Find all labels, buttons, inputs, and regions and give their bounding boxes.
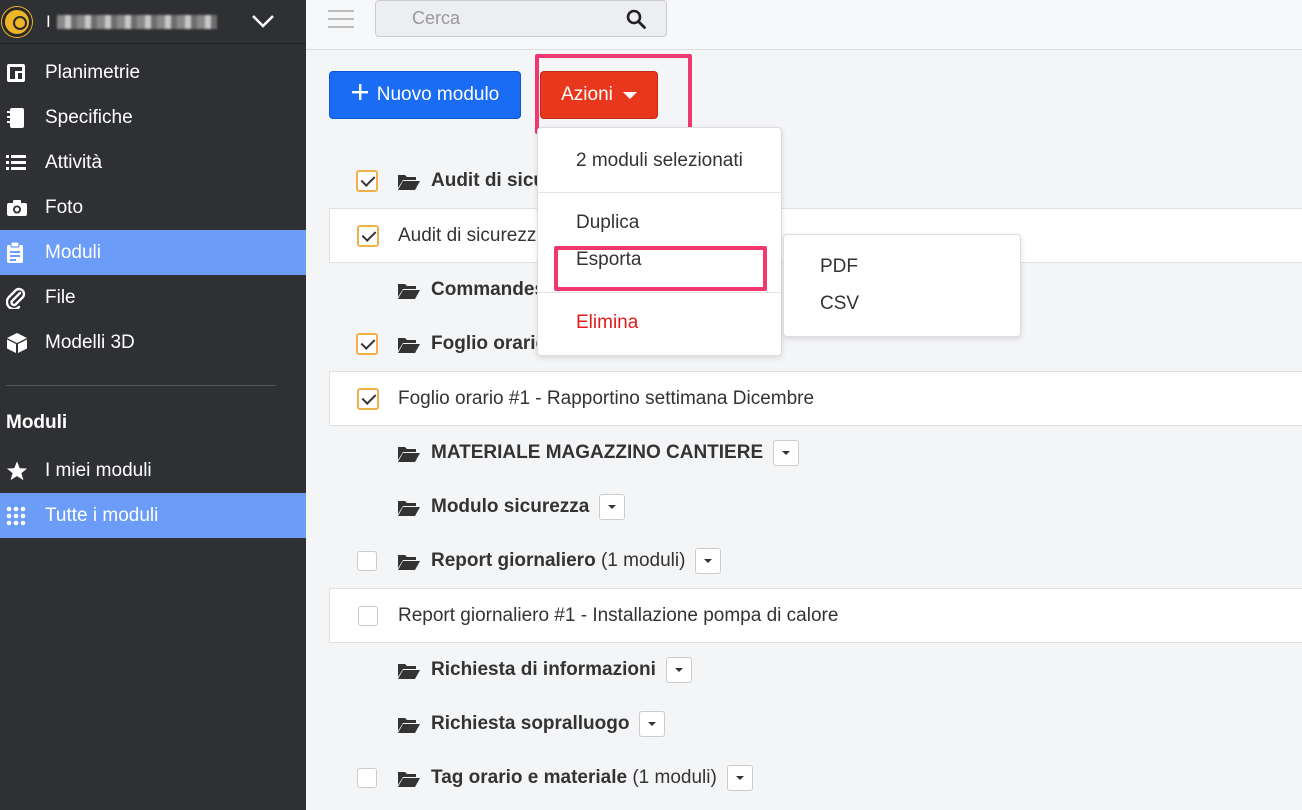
search-box [375,0,667,37]
folder-label: Modulo sicurezza [431,494,626,520]
sidebar-item-label: Planimetrie [45,61,141,83]
row-checkbox[interactable] [357,224,379,247]
project-name: I [46,11,51,31]
search-input[interactable] [376,1,616,36]
row-checkbox[interactable] [357,768,377,788]
menu-item-duplicate[interactable]: Duplica [576,212,639,234]
module-label: Audit di sicurezz [398,224,537,246]
module-row[interactable]: Foglio orario #1 - Rapportino settimana … [329,371,1302,426]
folder-open-icon [397,553,421,577]
camera-icon [0,199,45,217]
row-checkbox[interactable] [356,333,378,355]
folder-row[interactable]: MATERIALE MAGAZZINO CANTIERE [329,426,1302,480]
selected-count-text: 2 moduli selezionati [576,150,743,171]
folder-open-icon [397,445,421,469]
sidebar-item-label: Tutte i moduli [45,504,159,526]
folder-dropdown-button[interactable] [665,657,692,683]
row-checkbox[interactable] [357,551,377,571]
folder-open-icon [397,770,421,794]
highlight-box-actions [535,54,692,134]
folder-label: MATERIALE MAGAZZINO CANTIERE [431,440,800,466]
sidebar-item-foto[interactable]: Foto [0,185,306,230]
logo-icon [2,6,32,37]
submenu-item-csv[interactable]: CSV [820,293,859,315]
sidebar-item-attivita[interactable]: Attività [0,140,306,185]
folder-count: (1 moduli) [600,550,686,572]
sidebar-item-all-modules[interactable]: Tutte i moduli [0,493,306,538]
folder-dropdown-button[interactable] [773,440,800,466]
folder-label: Richiesta di informazioni [431,657,692,683]
export-submenu: PDF CSV [783,234,1021,337]
grid-icon [0,506,45,526]
sidebar-section-title: Moduli [6,412,68,433]
hamburger-menu-icon[interactable] [328,10,354,30]
search-icon[interactable] [626,9,646,34]
cube-icon [0,332,45,354]
paperclip-icon [0,287,45,309]
chevron-down-icon[interactable] [250,8,276,34]
folder-dropdown-button[interactable] [639,711,666,737]
row-checkbox[interactable] [357,387,379,410]
folder-row[interactable]: Tag orario e materiale (1 moduli) [329,751,1302,805]
sidebar-item-label: File [45,286,76,308]
clipboard-icon [0,241,45,264]
sidebar-item-label: Specifiche [45,106,133,128]
folder-row[interactable]: Modulo sicurezza [329,480,1302,534]
sidebar-header[interactable]: I [0,0,306,44]
sidebar-item-label: Attività [45,151,103,173]
row-checkbox[interactable] [358,605,378,626]
folder-dropdown-button[interactable] [726,765,753,791]
sidebar-item-my-modules[interactable]: I miei moduli [0,448,306,493]
module-label: Foglio orario #1 - Rapportino settimana … [398,387,815,409]
actions-dropdown-menu: 2 moduli selezionati Duplica Esporta Eli… [537,127,782,356]
sidebar-item-file[interactable]: File [0,275,306,320]
star-icon [0,460,45,482]
folder-row[interactable]: Report giornaliero (1 moduli) [329,534,1302,588]
topbar [306,0,1302,50]
sidebar-item-moduli[interactable]: Moduli [0,230,306,275]
folder-label: Richiesta sopralluogo [431,711,666,737]
plus-icon [351,83,369,107]
folder-row[interactable]: Richiesta di informazioni [329,643,1302,697]
folder-dropdown-button[interactable] [599,494,626,520]
sidebar: I Planimetrie Specifiche Attività Foto M… [0,0,306,810]
highlight-box-export [554,246,767,291]
new-module-button[interactable]: Nuovo modulo [329,71,521,119]
folder-open-icon [397,336,421,360]
folder-label: Report giornaliero (1 moduli) [431,548,722,574]
folder-dropdown-button[interactable] [695,548,722,574]
blurred-project-name [56,14,217,29]
folder-row[interactable]: Richiesta sopralluogo [329,697,1302,751]
menu-divider [538,292,781,293]
folder-open-icon [397,662,421,686]
list-icon [0,154,45,172]
floorplan-icon [0,63,45,83]
folder-label: Commandes [431,279,546,300]
sidebar-item-label: Modelli 3D [45,331,135,353]
menu-item-delete[interactable]: Elimina [576,312,638,334]
new-module-label: Nuovo modulo [376,84,500,105]
row-checkbox[interactable] [356,170,378,192]
module-label: Report giornaliero #1 - Installazione po… [398,604,839,626]
sidebar-item-label: Moduli [45,241,101,263]
sidebar-item-planimetrie[interactable]: Planimetrie [0,50,306,95]
sidebar-item-modelli-3d[interactable]: Modelli 3D [0,320,306,365]
folder-open-icon [397,499,421,523]
submenu-item-pdf[interactable]: PDF [820,256,858,278]
folder-open-icon [397,282,421,306]
menu-divider [538,192,781,193]
module-row[interactable]: Report giornaliero #1 - Installazione po… [329,588,1302,643]
folder-label: Audit di sicu [431,170,545,191]
folder-count: (1 moduli) [632,767,717,789]
sidebar-item-specifiche[interactable]: Specifiche [0,95,306,140]
notebook-icon [0,107,45,129]
folder-row[interactable]: Audit di sicu [329,154,1302,208]
folder-open-icon [397,716,421,740]
sidebar-item-label: Foto [45,196,84,218]
folder-label: Tag orario e materiale (1 moduli) [431,765,753,791]
folder-open-icon [397,173,421,197]
folder-label: Foglio orario [431,333,548,354]
sidebar-item-label: I miei moduli [45,459,152,481]
